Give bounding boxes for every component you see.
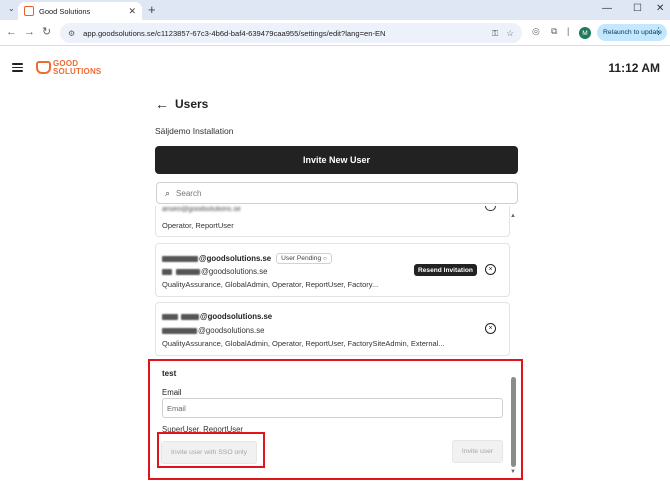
logo: GOOD SOLUTIONS (36, 60, 101, 75)
user-email-partial: anseo@goodsolutions.se (162, 206, 241, 213)
forward-icon[interactable]: → (24, 25, 35, 39)
new-tab-icon[interactable]: + (148, 2, 156, 18)
user-email-line: @goodsolutions.se User Pending ○ (162, 253, 332, 264)
reload-icon[interactable]: ↻ (42, 25, 51, 39)
user-card: @goodsolutions.se @goodsolutions.se × Qu… (155, 302, 510, 356)
redacted-name (181, 313, 199, 320)
user-roles: QualityAssurance, GlobalAdmin, Operator,… (162, 280, 379, 289)
password-key-icon[interactable]: ⚿ (492, 28, 498, 39)
browser-toolbar: ← → ↻ ⚙ app.goodsolutions.se/c1123857-67… (0, 20, 670, 46)
close-window-icon[interactable]: ✕ (656, 3, 664, 15)
profile-avatar[interactable]: M (579, 27, 591, 39)
logo-text: GOOD SOLUTIONS (53, 60, 102, 76)
clock: 11:12 AM (608, 61, 660, 75)
user-sso-domain: @goodsolutions.se (198, 326, 265, 335)
puzzle-icon[interactable]: ⧉ (551, 26, 557, 37)
user-email-domain: @goodsolutions.se (199, 254, 272, 263)
tab-title: Good Solutions (39, 6, 91, 16)
user-sso-line: @goodsolutions.se (162, 326, 264, 335)
highlight-box (157, 432, 265, 468)
divider-icon: | (567, 26, 570, 36)
user-pending-badge: User Pending ○ (276, 253, 332, 264)
browser-tab[interactable]: Good Solutions ✕ (18, 2, 142, 20)
user-card: anseo@goodsolutions.se Operator, ReportU… (155, 206, 510, 237)
logo-mark-icon (36, 61, 51, 74)
site-info-icon[interactable]: ⚙ (68, 29, 75, 38)
browser-tab-bar: ⌄ Good Solutions ✕ + — ☐ ✕ (0, 0, 670, 20)
user-card: @goodsolutions.se User Pending ○ @goodso… (155, 243, 510, 297)
redacted-name (176, 268, 200, 275)
tab-search-icon[interactable]: ⌄ (8, 4, 15, 13)
invite-new-user-button[interactable]: Invite New User (155, 146, 518, 174)
resend-invitation-button[interactable]: Resend Invitation (414, 264, 477, 276)
redacted-name (162, 268, 172, 275)
back-icon[interactable]: ← (6, 25, 17, 39)
redacted-name (162, 313, 178, 320)
user-roles: Operator, ReportUser (162, 221, 234, 230)
bookmark-star-icon[interactable]: ☆ (506, 28, 514, 39)
favicon-icon (24, 6, 34, 16)
page-header: ← Users (155, 97, 208, 111)
user-email-line: @goodsolutions.se (162, 312, 272, 321)
minimize-icon[interactable]: — (602, 3, 612, 15)
page-title: Users (175, 97, 209, 111)
redacted-name (162, 255, 198, 262)
url-text: app.goodsolutions.se/c1123857-67c3-4b6d-… (83, 28, 386, 38)
redacted-name (162, 327, 197, 334)
hamburger-menu-icon[interactable] (12, 63, 23, 72)
user-roles: QualityAssurance, GlobalAdmin, Operator,… (162, 339, 445, 348)
relaunch-button[interactable]: Relaunch to update ⋮ (597, 24, 667, 41)
search-icon: ⌕ (165, 187, 171, 198)
search-box: ⌕ (156, 182, 518, 204)
pending-circle-icon: ○ (323, 255, 327, 262)
remove-user-icon[interactable]: × (485, 264, 496, 275)
extension-icon[interactable]: ◎ (532, 26, 540, 37)
scroll-up-arrow-icon[interactable]: ▲ (510, 213, 516, 219)
user-sso-line: @goodsolutions.se (162, 267, 267, 276)
search-input[interactable] (176, 188, 497, 198)
user-email-domain: @goodsolutions.se (200, 312, 273, 321)
address-bar[interactable]: ⚙ app.goodsolutions.se/c1123857-67c3-4b6… (60, 23, 522, 43)
remove-user-icon[interactable] (485, 206, 496, 211)
remove-user-icon[interactable]: × (485, 323, 496, 334)
back-arrow-icon[interactable]: ← (155, 97, 169, 111)
close-tab-icon[interactable]: ✕ (128, 6, 136, 17)
user-sso-domain: @goodsolutions.se (201, 267, 268, 276)
logo-line-2: SOLUTIONS (53, 66, 102, 76)
more-menu-icon[interactable]: ⋮ (654, 26, 663, 37)
pending-label: User Pending (281, 255, 322, 262)
maximize-icon[interactable]: ☐ (633, 3, 642, 15)
installation-name: Säljdemo Installation (155, 126, 234, 136)
